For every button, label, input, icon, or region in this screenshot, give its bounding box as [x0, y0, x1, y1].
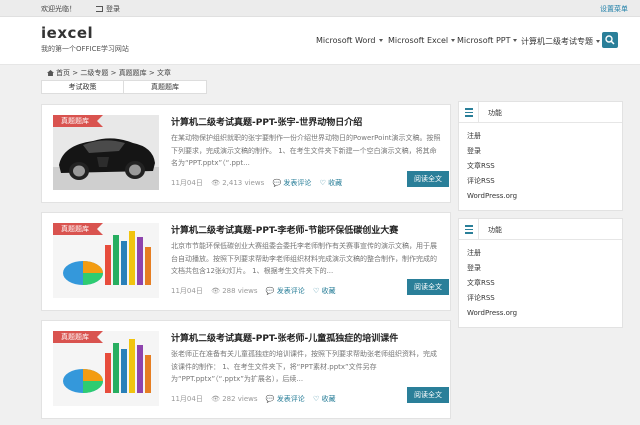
- widget-link-comments-rss[interactable]: 评论RSS: [467, 174, 622, 189]
- chevron-down-icon: [451, 39, 456, 42]
- tag-button[interactable]: 考试政策: [41, 80, 124, 94]
- article-title[interactable]: 计算机二级考试真题-PPT-李老师-节能环保低碳创业大赛: [171, 223, 398, 236]
- article-views: 288 views: [222, 287, 258, 295]
- login-icon: [96, 6, 103, 12]
- breadcrumb-current: 文章: [157, 69, 172, 77]
- menu-icon: [459, 102, 479, 122]
- comment-icon: 💬: [265, 287, 275, 295]
- nav-item-excel[interactable]: Microsoft Excel: [388, 36, 456, 45]
- heart-icon: ♡: [312, 395, 320, 403]
- widget-link-wordpress[interactable]: WordPress.org: [467, 189, 622, 204]
- article-date: 11月04日: [171, 395, 203, 403]
- article-card: 真题题库 计算机二级考试真题-PPT-张老师-儿童孤独症的培训课件 张老师正在准…: [41, 320, 451, 419]
- chevron-down-icon: [596, 40, 600, 43]
- login-link[interactable]: 登录: [96, 4, 120, 14]
- eye-icon: 👁: [211, 179, 220, 187]
- article-meta: 11月04日 👁 2,413 views 💬 发表评论 ♡ 收藏: [171, 178, 342, 188]
- nav-item-label: Microsoft PPT: [457, 36, 511, 45]
- chevron-down-icon: [513, 39, 518, 42]
- chevron-down-icon: [378, 39, 383, 42]
- widget-link-posts-rss[interactable]: 文章RSS: [467, 159, 622, 174]
- article-title[interactable]: 计算机二级考试真题-PPT-张老师-儿童孤独症的培训课件: [171, 331, 398, 344]
- welcome-text: 欢迎光临！: [41, 5, 76, 13]
- widget-link-posts-rss[interactable]: 文章RSS: [467, 276, 622, 291]
- widget-title: 功能: [488, 226, 502, 234]
- article-thumbnail[interactable]: 真题题库: [53, 115, 159, 190]
- eye-icon: 👁: [211, 287, 220, 295]
- article-thumbnail[interactable]: 真题题库: [53, 331, 159, 406]
- article-views: 282 views: [222, 395, 258, 403]
- breadcrumb-sep: >: [72, 69, 79, 77]
- comment-icon: 💬: [272, 179, 282, 187]
- widget-list: 注册 登录 文章RSS 评论RSS WordPress.org: [459, 123, 622, 204]
- comment-link[interactable]: 发表评论: [277, 287, 305, 295]
- widget-title: 功能: [488, 109, 502, 117]
- nav-item-label: Microsoft Word: [316, 36, 376, 45]
- category-ribbon: 真题题库: [53, 115, 103, 127]
- site-logo[interactable]: iexcel: [41, 24, 93, 42]
- breadcrumb-sep: >: [110, 69, 117, 77]
- breadcrumb-item[interactable]: 二级专题: [80, 69, 108, 77]
- widget-header: 功能: [459, 102, 622, 123]
- tag-button[interactable]: 真题题库: [123, 80, 207, 94]
- menu-icon: [459, 219, 479, 239]
- comment-link[interactable]: 发表评论: [277, 395, 305, 403]
- read-more-button[interactable]: 阅读全文: [407, 279, 449, 295]
- favorite-link[interactable]: 收藏: [321, 287, 335, 295]
- article-title[interactable]: 计算机二级考试真题-PPT-张宇-世界动物日介绍: [171, 115, 362, 128]
- article-card: 真题题库 计算机二级考试真题-PPT-李老师-节能环保低碳创业大赛 北京市节能环…: [41, 212, 451, 311]
- widget-link-comments-rss[interactable]: 评论RSS: [467, 291, 622, 306]
- article-excerpt: 北京市节能环保低碳创业大赛组委会委托李老师制作有关赛事宣传的演示文稿，用于展台自…: [171, 242, 437, 275]
- category-ribbon: 真题题库: [53, 223, 103, 235]
- heart-icon: ♡: [319, 179, 326, 187]
- site-slogan: 我的第一个OFFICE学习网站: [41, 45, 129, 53]
- home-icon: [47, 70, 54, 76]
- article-excerpt: 张老师正在准备有关儿童孤独症的培训课件，按照下列要求帮助张老师组织资料，完成该课…: [171, 350, 437, 383]
- article-excerpt: 在某动物保护组织就职的张宇要制作一份介绍世界动物日的PowerPoint演示文稿…: [171, 134, 441, 167]
- nav-item-ppt[interactable]: Microsoft PPT: [457, 36, 518, 45]
- eye-icon: 👁: [211, 395, 220, 403]
- article-meta: 11月04日 👁 288 views 💬 发表评论 ♡ 收藏: [171, 286, 335, 296]
- search-icon: [605, 35, 615, 45]
- favorite-link[interactable]: 收藏: [321, 395, 335, 403]
- nav-item-label: Microsoft Excel: [388, 36, 449, 45]
- breadcrumb: 首页 > 二级专题 > 真题题库 > 文章: [47, 68, 171, 78]
- article-card: 真题题库 计算机二级考试真题-PPT-张宇-世界动物日介绍 在某动物保护组织就职…: [41, 104, 451, 203]
- article-date: 11月04日: [171, 179, 203, 187]
- nav-item-exam[interactable]: 计算机二级考试专题: [521, 36, 600, 47]
- widget-list: 注册 登录 文章RSS 评论RSS WordPress.org: [459, 240, 622, 321]
- widget-link-login[interactable]: 登录: [467, 261, 622, 276]
- article-thumbnail[interactable]: 真题题库: [53, 223, 159, 298]
- sidebar-widget: 功能 注册 登录 文章RSS 评论RSS WordPress.org: [458, 101, 623, 211]
- article-meta: 11月04日 👁 282 views 💬 发表评论 ♡ 收藏: [171, 394, 335, 404]
- nav-item-label: 计算机二级考试专题: [521, 37, 593, 46]
- widget-header: 功能: [459, 219, 622, 240]
- settings-menu-link[interactable]: 设置菜单: [600, 4, 628, 14]
- read-more-button[interactable]: 阅读全文: [407, 171, 449, 187]
- heart-icon: ♡: [312, 287, 320, 295]
- favorite-link[interactable]: 收藏: [328, 179, 342, 187]
- nav-item-word[interactable]: Microsoft Word: [316, 36, 383, 45]
- login-label: 登录: [106, 5, 120, 13]
- category-ribbon: 真题题库: [53, 331, 103, 343]
- widget-link-register[interactable]: 注册: [467, 129, 622, 144]
- breadcrumb-home[interactable]: 首页: [56, 69, 70, 77]
- sidebar-widget: 功能 注册 登录 文章RSS 评论RSS WordPress.org: [458, 218, 623, 328]
- comment-icon: 💬: [265, 395, 275, 403]
- widget-link-wordpress[interactable]: WordPress.org: [467, 306, 622, 321]
- article-views: 2,413 views: [222, 179, 265, 187]
- widget-link-login[interactable]: 登录: [467, 144, 622, 159]
- comment-link[interactable]: 发表评论: [283, 179, 311, 187]
- site-header: iexcel 我的第一个OFFICE学习网站 Microsoft Word Mi…: [0, 17, 640, 65]
- breadcrumb-sep: >: [148, 69, 155, 77]
- breadcrumb-item[interactable]: 真题题库: [119, 69, 147, 77]
- article-date: 11月04日: [171, 287, 203, 295]
- search-button[interactable]: [602, 32, 618, 48]
- read-more-button[interactable]: 阅读全文: [407, 387, 449, 403]
- widget-link-register[interactable]: 注册: [467, 246, 622, 261]
- top-bar: 欢迎光临！ 登录 设置菜单: [0, 0, 640, 17]
